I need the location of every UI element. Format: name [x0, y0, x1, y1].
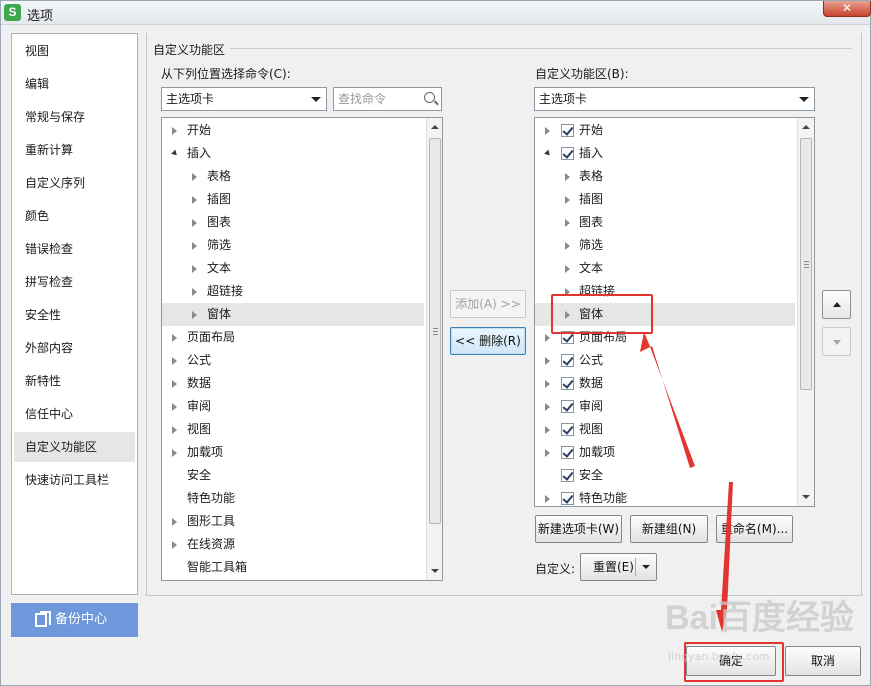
arrow-to-form [640, 332, 695, 468]
watermark-url: jingyan.baidu.com [668, 650, 770, 663]
annotation-arrows [640, 332, 733, 632]
watermark-logo: Bai百度经验 [665, 599, 854, 637]
